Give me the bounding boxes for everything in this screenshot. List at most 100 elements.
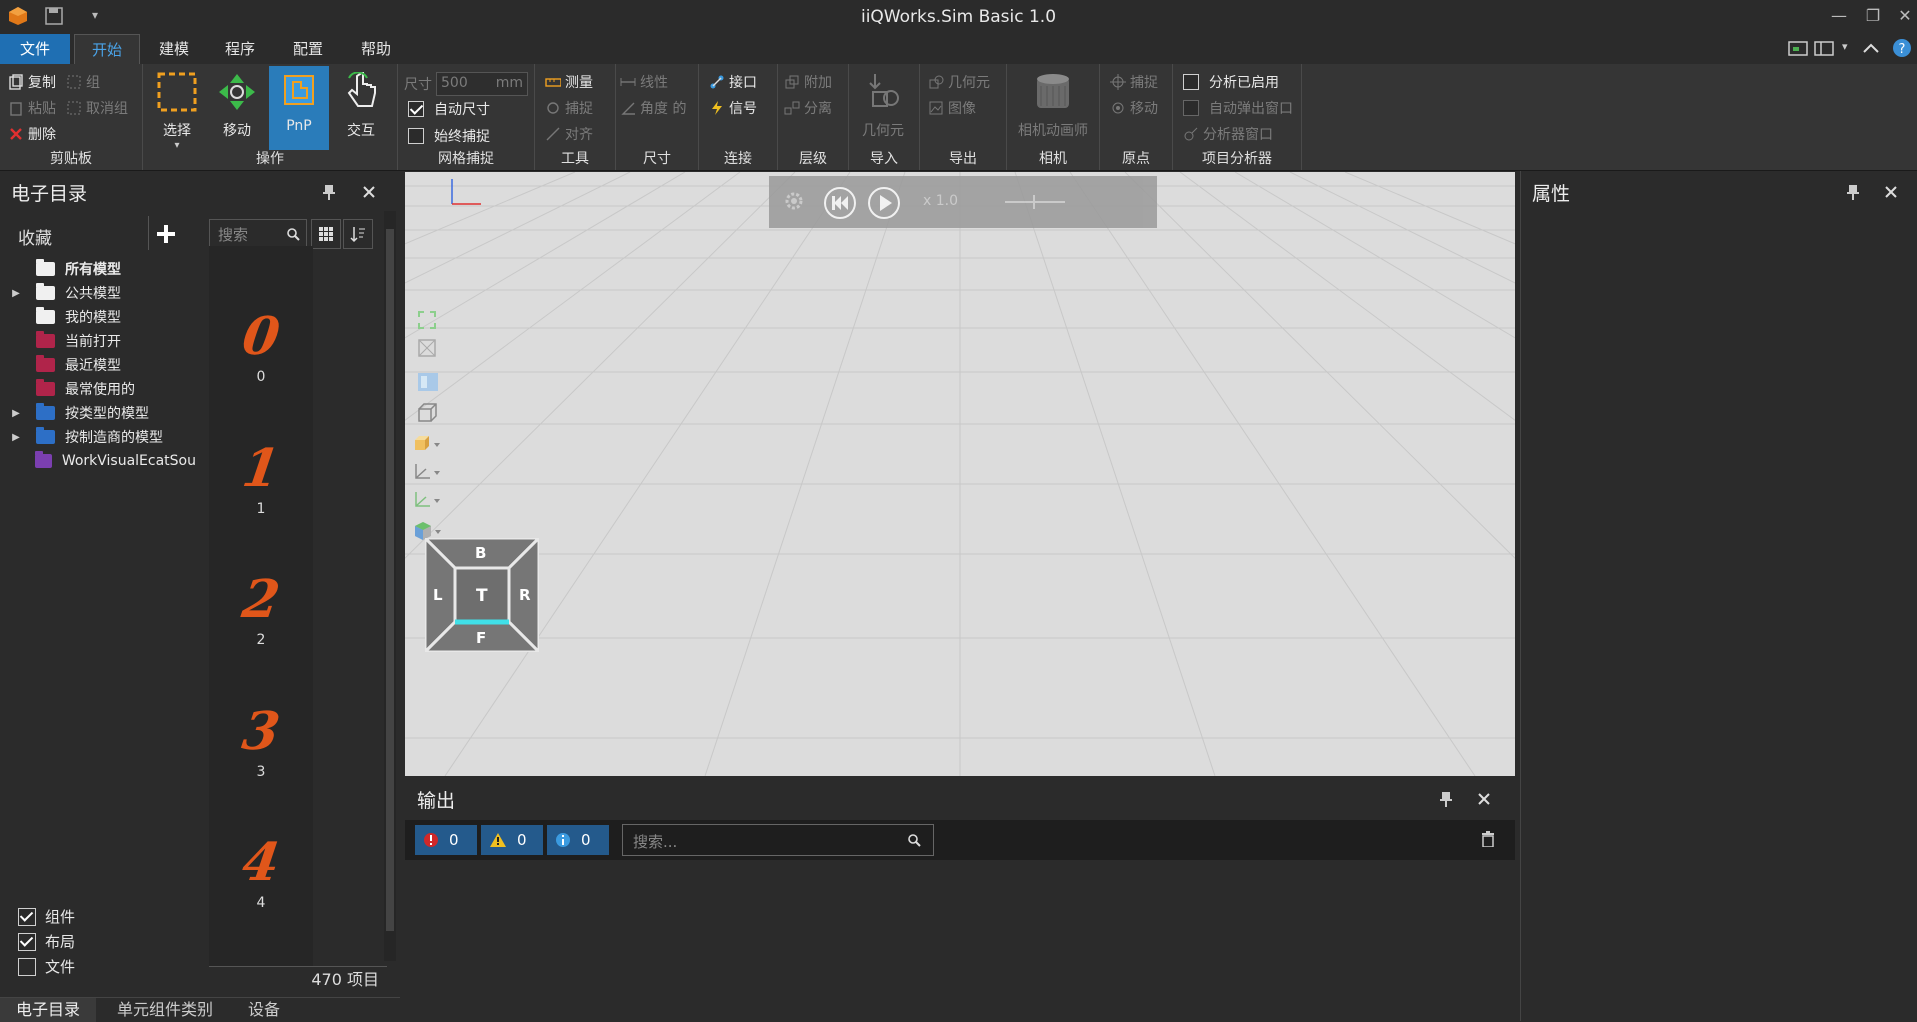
origin-snap-button[interactable]: 捕捉 bbox=[1110, 72, 1158, 92]
pnp-button[interactable]: PnP bbox=[269, 66, 329, 150]
catalog-scroll-thumb[interactable] bbox=[386, 229, 394, 931]
model-item[interactable]: 00 bbox=[209, 306, 313, 385]
delete-button[interactable]: 删除 bbox=[8, 124, 56, 144]
paste-button[interactable]: 粘贴 bbox=[8, 98, 56, 118]
restore-icon[interactable]: ❐ bbox=[1858, 4, 1888, 28]
minimize-icon[interactable]: — bbox=[1824, 4, 1854, 28]
catalog-search-input[interactable]: 搜索 bbox=[209, 219, 307, 249]
3d-viewport[interactable]: x 1.0 B L T R F bbox=[405, 172, 1515, 776]
attach-button[interactable]: 附加 bbox=[784, 72, 832, 92]
move-button[interactable]: 移动 bbox=[209, 68, 265, 148]
add-favorite-icon[interactable] bbox=[155, 223, 177, 245]
view-cube-back[interactable]: B bbox=[475, 544, 486, 562]
warnings-filter-button[interactable]: 0 bbox=[481, 825, 543, 855]
output-close-icon[interactable] bbox=[1477, 792, 1491, 806]
model-item[interactable]: 33 bbox=[209, 701, 313, 780]
properties-close-icon[interactable] bbox=[1884, 185, 1898, 199]
errors-filter-button[interactable]: 0 bbox=[415, 825, 477, 855]
fit-all-icon[interactable] bbox=[417, 310, 437, 330]
speed-slider[interactable] bbox=[1005, 201, 1065, 203]
tree-item-most-used[interactable]: 最常使用的 bbox=[10, 378, 135, 400]
catalog-close-icon[interactable] bbox=[362, 185, 376, 199]
view-cube-right[interactable]: R bbox=[519, 586, 531, 604]
tree-item-public-models[interactable]: ▶ 公共模型 bbox=[10, 282, 121, 304]
settings-gear-icon[interactable] bbox=[783, 190, 805, 212]
tab-help[interactable]: 帮助 bbox=[348, 34, 404, 64]
tab-config[interactable]: 配置 bbox=[280, 34, 336, 64]
output-search-input[interactable]: 搜索... bbox=[622, 824, 934, 856]
filter-components[interactable]: 组件 bbox=[18, 906, 75, 927]
play-icon[interactable] bbox=[867, 186, 901, 220]
expand-arrow-icon[interactable]: ▶ bbox=[10, 408, 22, 419]
bottom-tab-cell-component-class[interactable]: 单元组件类别 bbox=[104, 998, 226, 1022]
linear-button[interactable]: 线性 bbox=[620, 72, 668, 92]
origin-move-button[interactable]: 移动 bbox=[1110, 98, 1158, 118]
group-button[interactable]: 组 bbox=[66, 72, 100, 92]
tab-start[interactable]: 开始 bbox=[74, 34, 140, 65]
tab-modeling[interactable]: 建模 bbox=[146, 34, 202, 64]
analyzer-window-button[interactable]: 分析器窗口 bbox=[1183, 124, 1273, 144]
tree-item-workvisual[interactable]: WorkVisualEcatSou bbox=[10, 450, 196, 472]
tree-item-recent-models[interactable]: 最近模型 bbox=[10, 354, 121, 376]
speed-slider-thumb[interactable] bbox=[1033, 195, 1035, 209]
expand-arrow-icon[interactable]: ▶ bbox=[10, 288, 22, 299]
box-view-icon[interactable] bbox=[417, 402, 437, 422]
detach-button[interactable]: 分离 bbox=[784, 98, 832, 118]
output-pin-icon[interactable] bbox=[1439, 791, 1453, 807]
size-input[interactable]: 500 mm bbox=[436, 72, 528, 96]
search-icon[interactable] bbox=[286, 227, 300, 241]
view-cube-front[interactable]: F bbox=[476, 629, 486, 647]
tree-item-my-models[interactable]: 我的模型 bbox=[10, 306, 121, 328]
align-button[interactable]: 对齐 bbox=[545, 124, 593, 144]
select-button[interactable]: 选择 ▾ bbox=[149, 68, 205, 151]
export-geometry-button[interactable]: 几何元 bbox=[928, 72, 990, 92]
import-geometry-button[interactable]: 几何元 bbox=[855, 68, 911, 148]
view-cube[interactable]: B L T R F bbox=[425, 538, 539, 652]
close-icon[interactable]: ✕ bbox=[1890, 4, 1917, 28]
tree-item-currently-open[interactable]: 当前打开 bbox=[10, 330, 121, 352]
model-item[interactable]: 11 bbox=[209, 438, 313, 517]
ungroup-button[interactable]: 取消组 bbox=[66, 98, 128, 118]
search-icon[interactable] bbox=[907, 833, 921, 847]
tools-snap-button[interactable]: 捕捉 bbox=[545, 98, 593, 118]
sort-button[interactable] bbox=[343, 219, 373, 249]
analysis-enabled-checkbox[interactable]: 分析已启用 bbox=[1183, 72, 1279, 92]
angle-button[interactable]: 角度 的 bbox=[620, 98, 686, 118]
grid-view-button[interactable] bbox=[311, 219, 341, 249]
fit-selection-icon[interactable] bbox=[417, 338, 437, 358]
measure-button[interactable]: 测量 bbox=[545, 72, 593, 92]
tree-item-all-models[interactable]: 所有模型 bbox=[10, 258, 121, 280]
export-image-button[interactable]: 图像 bbox=[928, 98, 976, 118]
collapse-ribbon-icon[interactable] bbox=[1862, 42, 1880, 54]
snap-mode-icon[interactable] bbox=[413, 490, 443, 510]
bottom-tab-devices[interactable]: 设备 bbox=[236, 998, 292, 1022]
properties-pin-icon[interactable] bbox=[1846, 184, 1860, 200]
auto-popup-checkbox[interactable]: 自动弹出窗口 bbox=[1183, 98, 1293, 118]
model-item[interactable]: 44 bbox=[209, 832, 313, 911]
signal-button[interactable]: 信号 bbox=[709, 98, 757, 118]
screen-icon[interactable] bbox=[1788, 40, 1808, 58]
shading-mode-icon[interactable] bbox=[413, 434, 443, 454]
auto-size-checkbox[interactable]: 自动尺寸 bbox=[408, 99, 490, 119]
tab-program[interactable]: 程序 bbox=[212, 34, 268, 64]
filter-files[interactable]: 文件 bbox=[18, 956, 75, 977]
trash-icon[interactable] bbox=[1481, 831, 1495, 847]
model-item[interactable]: 22 bbox=[209, 569, 313, 648]
interact-button[interactable]: 交互 bbox=[333, 68, 389, 148]
tab-file[interactable]: 文件 bbox=[0, 34, 70, 64]
tree-item-by-type[interactable]: ▶ 按类型的模型 bbox=[10, 402, 149, 424]
camera-animator-button[interactable]: 相机动画师 bbox=[1011, 68, 1095, 148]
coordinate-system-icon[interactable] bbox=[413, 462, 443, 482]
help-icon[interactable]: ? bbox=[1892, 38, 1912, 58]
bottom-tab-catalog[interactable]: 电子目录 bbox=[0, 998, 96, 1022]
view-panel-icon[interactable] bbox=[417, 372, 439, 392]
layout-icon[interactable] bbox=[1814, 40, 1836, 58]
tree-item-by-manufacturer[interactable]: ▶ 按制造商的模型 bbox=[10, 426, 163, 448]
always-snap-checkbox[interactable]: 始终捕捉 bbox=[408, 126, 490, 146]
copy-button[interactable]: 复制 bbox=[8, 72, 56, 92]
interface-button[interactable]: 接口 bbox=[709, 72, 757, 92]
view-cube-left[interactable]: L bbox=[433, 586, 443, 604]
info-filter-button[interactable]: 0 bbox=[547, 825, 609, 855]
filter-layouts[interactable]: 布局 bbox=[18, 931, 75, 952]
layout-dropdown-icon[interactable]: ▾ bbox=[1842, 40, 1848, 53]
